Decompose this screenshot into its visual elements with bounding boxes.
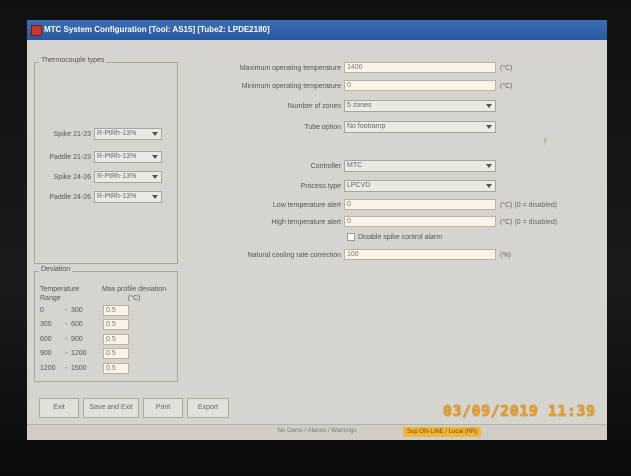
tc-select-3[interactable]: R-PtRh-13%: [94, 171, 162, 183]
cooling-input[interactable]: 100: [344, 249, 496, 260]
min-temp-unit: (°C): [500, 83, 513, 90]
min-temp-input[interactable]: 0: [344, 80, 496, 91]
export-button[interactable]: Export: [187, 398, 229, 418]
dev-from-4: 900: [40, 350, 52, 357]
chevron-down-icon: [152, 155, 158, 159]
deviation-legend: Deviation: [39, 266, 73, 273]
tc-label-1: Spike 21-23: [53, 131, 91, 138]
deviation-col-temperature: Temperature Range: [40, 286, 80, 302]
chevron-down-icon: [152, 195, 158, 199]
zones-label: Number of zones: [287, 103, 341, 110]
chevron-down-icon: [486, 125, 492, 129]
dev-dash-1: -: [65, 307, 68, 314]
chevron-down-icon: [152, 175, 158, 179]
chevron-down-icon: [486, 104, 492, 108]
zones-select[interactable]: 5 zones: [344, 100, 496, 112]
camera-timestamp: 03/09/2019 11:39: [443, 402, 596, 420]
tc-select-4[interactable]: R-PtRh-13%: [94, 191, 162, 203]
dev-to-3: 900: [71, 336, 83, 343]
low-alert-label: Low temperature alert: [272, 202, 341, 209]
exit-button[interactable]: Exit: [39, 398, 79, 418]
dev-from-1: 0: [40, 307, 44, 314]
dev-from-5: 1200: [40, 365, 56, 372]
dev-value-4[interactable]: 0.5: [103, 348, 129, 359]
max-temp-label: Maximum operating temperature: [239, 65, 341, 72]
min-temp-label: Minimum operating temperature: [241, 83, 341, 90]
tube-option-select[interactable]: No footramp: [344, 121, 496, 133]
high-alert-input[interactable]: 0: [344, 216, 496, 227]
max-temp-input[interactable]: 1400: [344, 62, 496, 73]
low-alert-input[interactable]: 0: [344, 199, 496, 210]
tc-select-2[interactable]: R-PtRh-13%: [94, 151, 162, 163]
dev-to-1: 300: [71, 307, 83, 314]
dev-value-5[interactable]: 0.5: [103, 363, 129, 374]
chevron-down-icon: [486, 164, 492, 168]
dev-from-2: 300: [40, 321, 52, 328]
tube-option-label: Tube option: [304, 124, 341, 131]
cooling-label: Natural cooling rate correction: [247, 252, 341, 259]
process-type-select[interactable]: LPCVD: [344, 180, 496, 192]
mouse-pointer-icon: [544, 138, 548, 146]
process-type-label: Process type: [300, 183, 341, 190]
dev-dash-2: -: [65, 321, 68, 328]
chevron-down-icon: [152, 132, 158, 136]
high-alert-label: High temperature alert: [271, 219, 341, 226]
dev-to-2: 600: [71, 321, 83, 328]
print-button[interactable]: Print: [143, 398, 183, 418]
title-bar: MTC System Configuration [Tool: AS15] [T…: [27, 20, 607, 40]
low-alert-unit: (°C) (0 = disabled): [500, 202, 558, 209]
dev-value-2[interactable]: 0.5: [103, 319, 129, 330]
status-bar: No Gems / Alarms / Warnings Sup ON-LINE …: [27, 424, 607, 440]
controller-select[interactable]: MTC: [344, 160, 496, 172]
tc-select-1-value: R-PtRh-13%: [97, 130, 137, 137]
chevron-down-icon: [486, 184, 492, 188]
tc-select-2-value: R-PtRh-13%: [97, 153, 137, 160]
deviation-col-max: Max profile deviation (°C): [102, 286, 167, 302]
thermocouple-legend: Thermocouple types: [39, 57, 107, 64]
app-logo-icon: [31, 25, 42, 36]
dev-to-5: 1500: [71, 365, 87, 372]
disable-spike-label: Disable spike control alarm: [358, 234, 443, 241]
tc-select-1[interactable]: R-PtRh-13%: [94, 128, 162, 140]
save-and-exit-button[interactable]: Save and Exit: [83, 398, 139, 418]
dev-dash-5: -: [65, 365, 68, 372]
controller-label: Controller: [310, 163, 341, 170]
max-temp-unit: (°C): [500, 65, 513, 72]
thermocouple-group: Thermocouple types: [34, 57, 178, 264]
status-online-badge: Sup ON-LINE / Local (RR): [403, 427, 482, 437]
cooling-unit: (%): [500, 252, 511, 259]
dev-to-4: 1200: [71, 350, 87, 357]
status-message: No Gems / Alarms / Warnings: [277, 428, 357, 434]
tc-select-4-value: R-PtRh-13%: [97, 193, 137, 200]
tc-label-3: Spike 24-26: [53, 174, 91, 181]
dev-dash-3: -: [65, 336, 68, 343]
disable-spike-checkbox[interactable]: [347, 233, 355, 241]
window-title: MTC System Configuration [Tool: AS15] [T…: [44, 25, 270, 34]
dev-value-1[interactable]: 0.5: [103, 305, 129, 316]
zones-select-value: 5 zones: [347, 102, 372, 109]
dev-from-3: 600: [40, 336, 52, 343]
controller-select-value: MTC: [347, 162, 363, 169]
tc-select-3-value: R-PtRh-13%: [97, 173, 137, 180]
tc-label-4: Paddle 24-26: [49, 194, 91, 201]
tube-option-select-value: No footramp: [347, 123, 386, 130]
process-type-select-value: LPCVD: [347, 182, 371, 189]
dev-dash-4: -: [65, 350, 68, 357]
high-alert-unit: (°C) (0 = disabled): [500, 219, 558, 226]
app-window: MTC System Configuration [Tool: AS15] [T…: [27, 20, 607, 440]
dev-value-3[interactable]: 0.5: [103, 334, 129, 345]
tc-label-2: Paddle 21-23: [49, 154, 91, 161]
